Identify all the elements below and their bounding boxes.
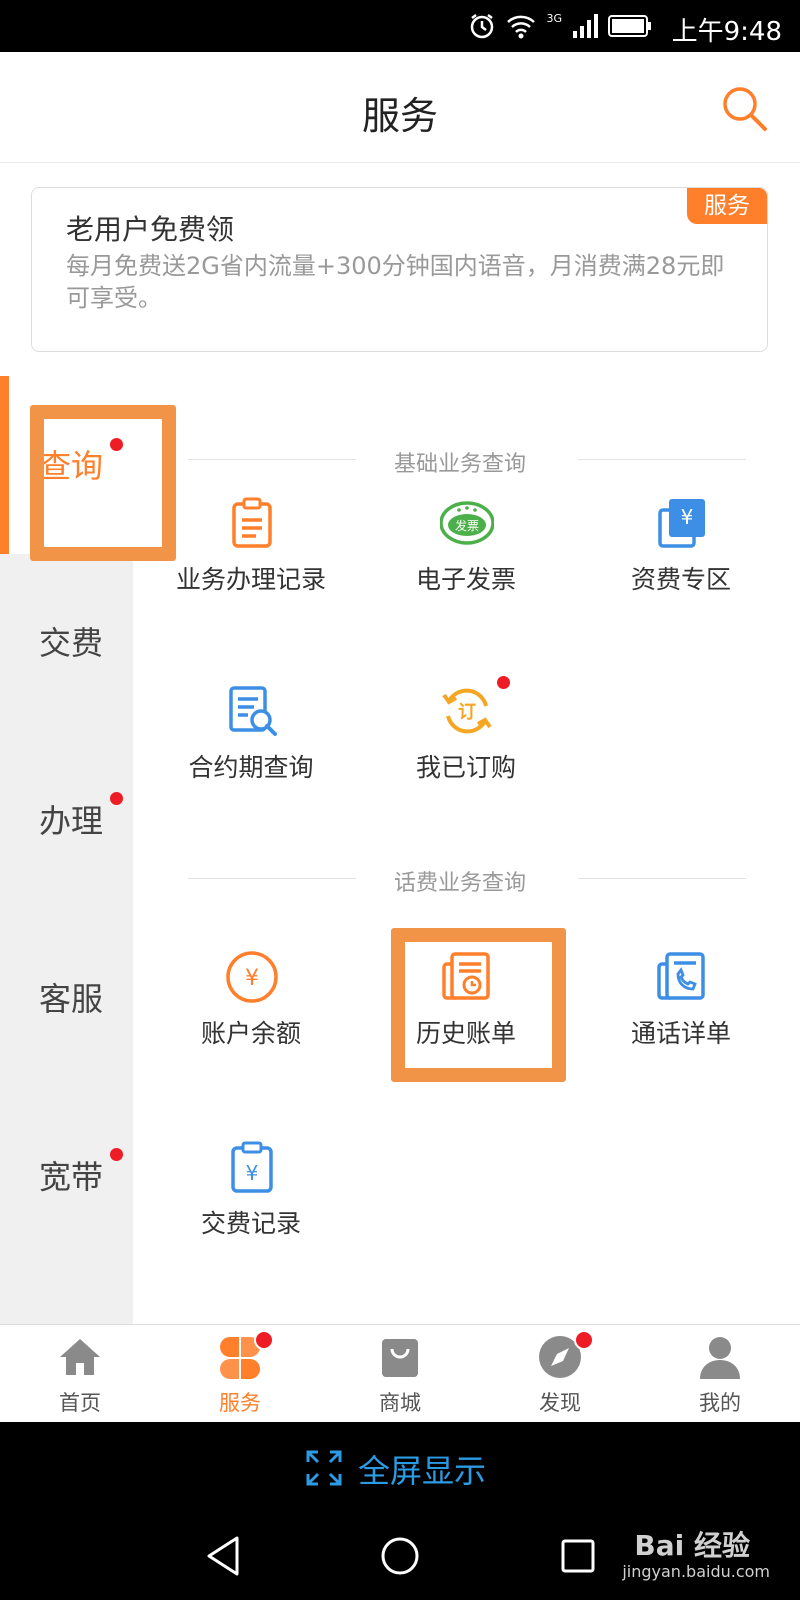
active-indicator xyxy=(0,376,9,554)
sidebar-item-customer-service[interactable]: 客服 xyxy=(0,910,133,1088)
wifi-icon xyxy=(507,15,536,39)
sidebar-item-handle[interactable]: 办理 xyxy=(0,732,133,910)
highlight-box-bill-history xyxy=(391,928,566,1082)
nav-label: 我的 xyxy=(699,1391,741,1415)
page-title: 服务 xyxy=(361,94,438,138)
service-label: 我已订购 xyxy=(415,753,516,782)
home-circle-icon[interactable] xyxy=(380,1536,420,1576)
call-detail-icon xyxy=(657,952,705,1000)
fullscreen-label: 全屏显示 xyxy=(358,1452,487,1490)
service-label: 账户余额 xyxy=(200,1019,301,1048)
service-label: 业务办理记录 xyxy=(175,565,326,594)
network-type: 3G xyxy=(546,11,562,25)
service-label: 交费记录 xyxy=(200,1209,301,1238)
nav-item-mine[interactable]: 我的 xyxy=(640,1325,800,1423)
alarm-icon xyxy=(471,14,494,39)
clipboard-list-icon xyxy=(232,497,272,548)
subscribed-icon-text: 订 xyxy=(458,702,476,723)
battery-icon xyxy=(608,15,651,37)
nav-label: 服务 xyxy=(219,1391,261,1415)
service-call-details[interactable]: 通话详单 xyxy=(576,950,786,1070)
sidebar-item-label: 客服 xyxy=(39,980,104,1018)
promo-title: 老用户免费领 xyxy=(66,213,235,246)
balance-icon-text: ¥ xyxy=(245,966,259,991)
section-divider xyxy=(578,459,746,460)
document-search-icon xyxy=(229,686,277,736)
clock: 上午9:48 xyxy=(671,17,782,47)
promo-card[interactable]: 老用户免费领 每月免费送2G省内流量+300分钟国内语音，月消费满28元即可享受… xyxy=(31,187,768,352)
service-label: 通话详单 xyxy=(630,1019,731,1048)
service-payment-records[interactable]: ¥ 交费记录 xyxy=(146,1140,356,1260)
shopping-bag-icon xyxy=(382,1339,418,1377)
section-divider xyxy=(188,459,356,460)
notification-dot xyxy=(574,1330,594,1350)
service-label: 合约期查询 xyxy=(188,753,314,782)
notification-dot xyxy=(110,792,123,805)
sidebar-item-label: 宽带 xyxy=(39,1158,104,1196)
section-divider xyxy=(578,878,746,879)
service-e-invoice[interactable]: 发票 电子发票 xyxy=(361,496,571,616)
yuan-documents-icon: ¥ xyxy=(658,499,705,548)
invoice-badge-icon: 发票 xyxy=(440,501,494,545)
promo-description: 每月免费送2G省内流量+300分钟国内语音，月消费满28元即可享受。 xyxy=(66,252,725,312)
sidebar-item-broadband[interactable]: 宽带 xyxy=(0,1088,133,1266)
sidebar-item-label: 交费 xyxy=(39,624,104,662)
status-icons: 3G xyxy=(468,10,652,42)
back-icon[interactable] xyxy=(203,1534,243,1578)
home-icon xyxy=(60,1339,100,1375)
nav-item-discover[interactable]: 发现 xyxy=(480,1325,640,1423)
promo-tag: 服务 xyxy=(687,188,767,224)
notification-dot xyxy=(254,1330,274,1350)
service-subscribed[interactable]: 订 我已订购 xyxy=(361,676,571,804)
service-label: 电子发票 xyxy=(415,565,516,594)
bottom-nav: 首页 服务 商城 发现 我的 xyxy=(0,1324,800,1423)
status-bar: 3G 上午9:48 xyxy=(0,0,800,52)
service-tariff-zone[interactable]: ¥ 资费专区 xyxy=(576,496,786,616)
nav-item-services[interactable]: 服务 xyxy=(160,1325,320,1423)
notification-dot xyxy=(497,676,510,689)
yuan-text: ¥ xyxy=(681,505,694,529)
nav-item-home[interactable]: 首页 xyxy=(0,1325,160,1423)
fullscreen-bar[interactable]: 全屏显示 xyxy=(0,1422,800,1516)
search-icon[interactable] xyxy=(720,84,770,134)
watermark-url: jingyan.baidu.com xyxy=(622,1562,770,1581)
fullscreen-icon xyxy=(306,1450,342,1486)
sidebar-item-label: 办理 xyxy=(39,802,104,840)
sidebar-item-payment[interactable]: 交费 xyxy=(0,554,133,732)
watermark-brand: Bai 经验 xyxy=(634,1529,750,1562)
recent-apps-icon[interactable] xyxy=(560,1538,596,1574)
notification-dot xyxy=(110,1148,123,1161)
payment-icon-text: ¥ xyxy=(246,1161,259,1185)
nav-label: 首页 xyxy=(59,1391,101,1415)
invoice-icon-text: 发票 xyxy=(455,518,479,533)
section-title-basic: 基础业务查询 xyxy=(394,452,527,477)
nav-label: 商城 xyxy=(379,1391,421,1415)
section-title-billing: 话费业务查询 xyxy=(394,871,527,896)
service-account-balance[interactable]: ¥ 账户余额 xyxy=(146,950,356,1070)
nav-item-mall[interactable]: 商城 xyxy=(320,1325,480,1423)
section-divider xyxy=(188,878,356,879)
subscription-cycle-icon: 订 xyxy=(442,688,492,734)
service-contract-query[interactable]: 合约期查询 xyxy=(146,684,356,804)
yuan-circle-icon: ¥ xyxy=(226,951,278,1003)
app-header: 服务 xyxy=(0,52,800,163)
signal-icon xyxy=(573,14,598,38)
user-icon xyxy=(700,1337,740,1379)
service-label: 资费专区 xyxy=(630,565,731,594)
system-nav-bar: Bai 经验 jingyan.baidu.com xyxy=(0,1516,800,1600)
payment-record-icon: ¥ xyxy=(231,1141,273,1193)
nav-label: 发现 xyxy=(539,1391,581,1415)
service-business-records[interactable]: 业务办理记录 xyxy=(146,496,356,616)
